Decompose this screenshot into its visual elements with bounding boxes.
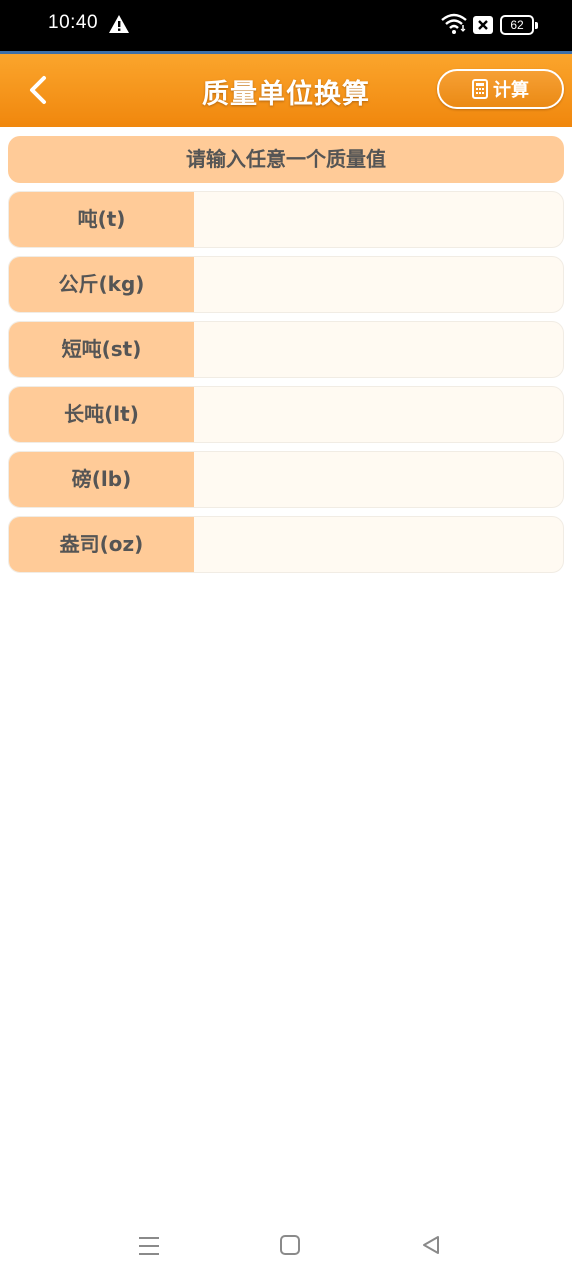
unit-row-ounce: 盎司(oz) [8,516,564,573]
unit-row-ton: 吨(t) [8,191,564,248]
prompt-banner: 请输入任意一个质量值 [8,136,564,183]
unit-row-kilogram: 公斤(kg) [8,256,564,313]
unit-label-long-ton: 长吨(lt) [9,387,194,442]
calculate-button-label: 计算 [493,80,529,101]
short-ton-input[interactable] [194,322,563,377]
status-bar: 10:40 62 [0,0,572,51]
battery-icon: 62 [500,15,538,35]
unit-row-short-ton: 短吨(st) [8,321,564,378]
unit-row-pound: 磅(lb) [8,451,564,508]
no-sim-icon [473,16,493,34]
long-ton-input[interactable] [194,387,563,442]
ton-input[interactable] [194,192,563,247]
wifi-icon [441,13,467,34]
system-nav-bar [0,1215,572,1280]
kilogram-input[interactable] [194,257,563,312]
pound-input[interactable] [194,452,563,507]
status-time: 10:40 [48,12,99,33]
unit-label-pound: 磅(lb) [9,452,194,507]
unit-label-short-ton: 短吨(st) [9,322,194,377]
app-header: 质量单位换算 计算 [0,54,572,127]
menu-icon[interactable] [137,1235,161,1257]
calculate-button[interactable]: 计算 [437,69,564,109]
warning-icon [109,15,129,33]
unit-label-kilogram: 公斤(kg) [9,257,194,312]
ounce-input[interactable] [194,517,563,572]
unit-label-ton: 吨(t) [9,192,194,247]
back-triangle-icon[interactable] [420,1234,442,1256]
home-icon[interactable] [280,1235,300,1255]
calculator-icon [472,79,488,99]
unit-row-long-ton: 长吨(lt) [8,386,564,443]
battery-level: 62 [510,18,524,32]
unit-label-ounce: 盎司(oz) [9,517,194,572]
